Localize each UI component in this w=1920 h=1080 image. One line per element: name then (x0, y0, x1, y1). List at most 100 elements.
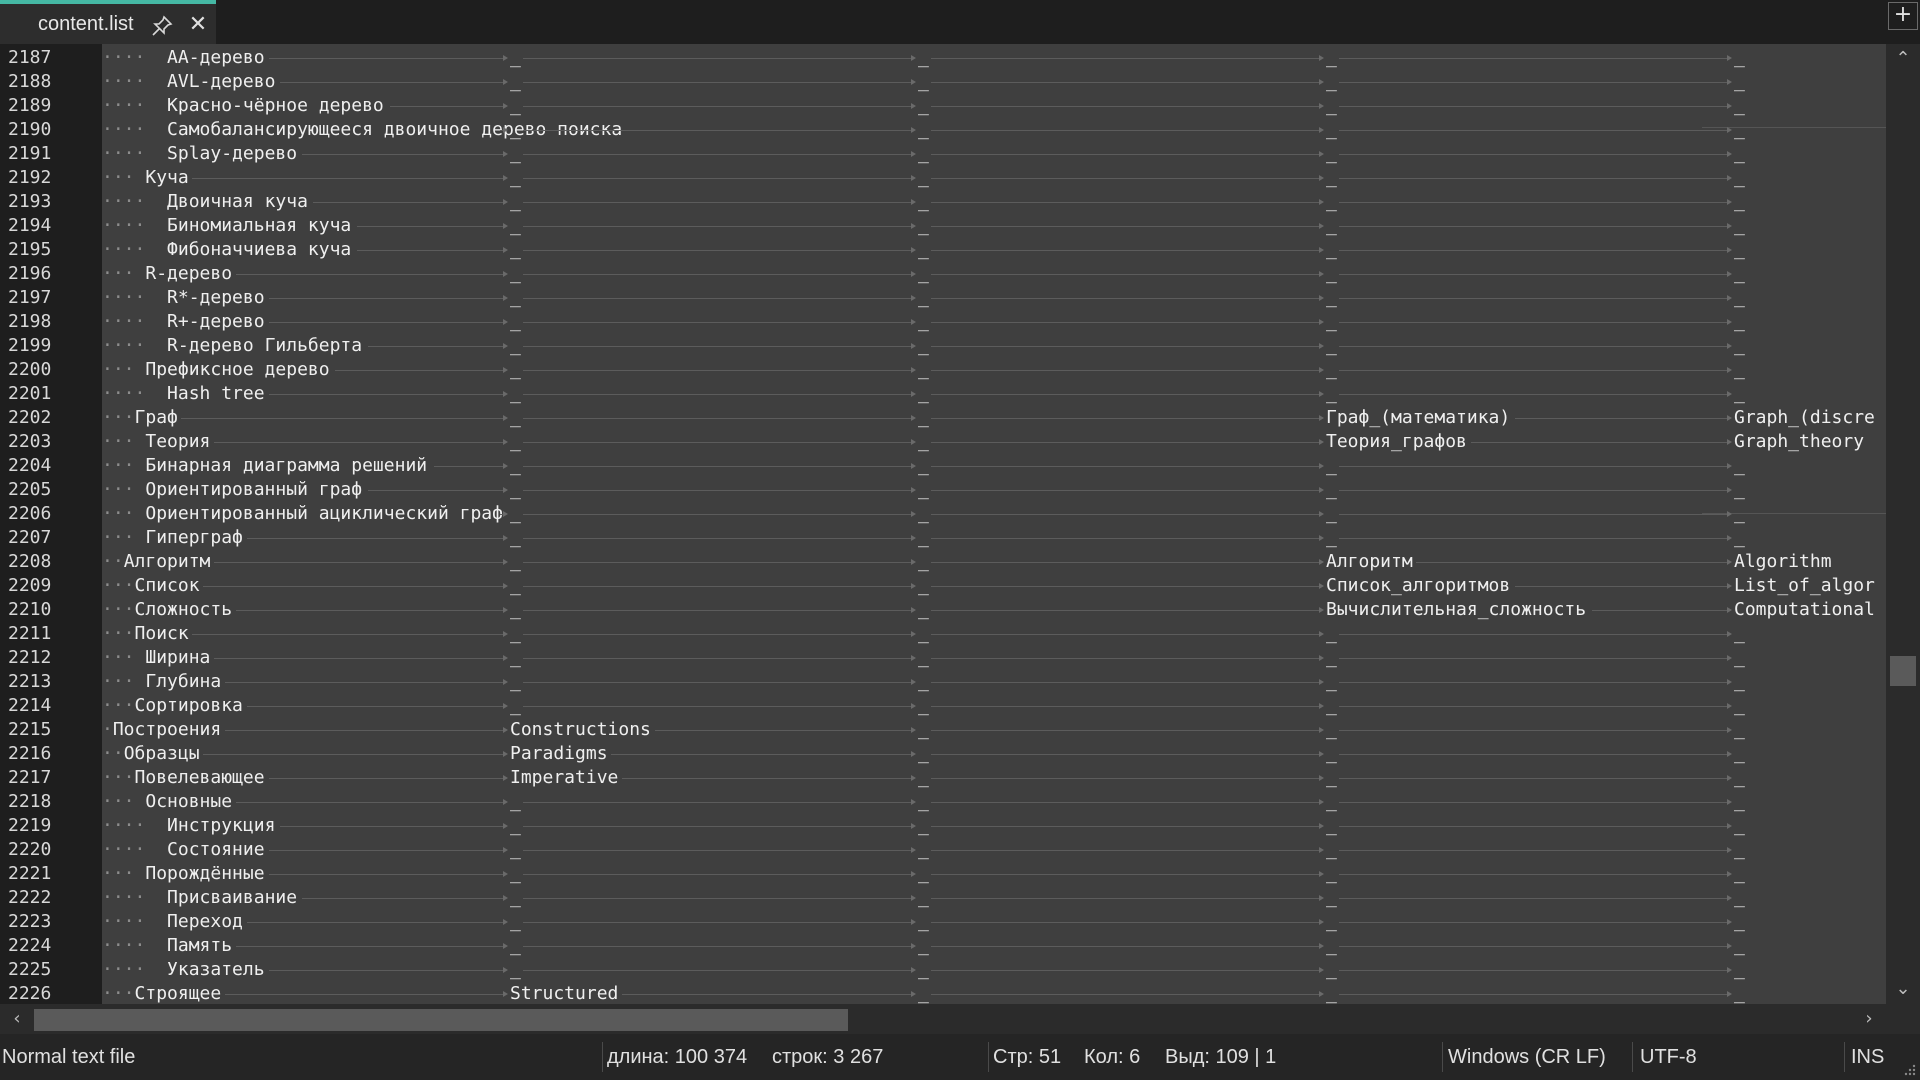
line-number: 2221 (8, 863, 52, 884)
column-5-value: List_of_algor (1734, 575, 1875, 596)
text-line[interactable]: ··· Ориентированный граф _ _ _ _ (102, 478, 1886, 502)
text-line[interactable]: ···· R-дерево Гильберта _ _ _ _ (102, 334, 1886, 358)
tab-marker (1339, 943, 1732, 949)
scroll-down-icon[interactable]: ⌄ (1886, 974, 1920, 1004)
line-number: 2210 (8, 599, 52, 620)
tab-marker (931, 103, 1324, 109)
scroll-left-icon[interactable]: ‹ (2, 1004, 32, 1034)
text-line[interactable]: ···· Переход _ _ _ _ (102, 910, 1886, 934)
text-line[interactable]: ·Построения Constructions _ _ _ (102, 718, 1886, 742)
indent-whitespace-marker: ···· (102, 119, 146, 140)
text-line[interactable]: ···Граф _ _ Граф_(математика) Graph_(discre (102, 406, 1886, 430)
text-line[interactable]: ··· R-дерево _ _ _ _ (102, 262, 1886, 286)
tree-item-label: Переход (145, 911, 243, 932)
tab-marker (931, 991, 1324, 997)
column-4-value: _ (1326, 47, 1337, 68)
cursor-row[interactable]: Стр: 51 (993, 1034, 1061, 1080)
indent-whitespace-marker: ··· (102, 647, 135, 668)
scroll-right-icon[interactable]: › (1854, 1004, 1884, 1034)
tab-marker (247, 535, 508, 541)
text-line[interactable]: ···· Фибоначчиева куча _ _ _ _ (102, 238, 1886, 262)
tab-marker (357, 223, 508, 229)
tab-marker (203, 583, 508, 589)
tab-marker (523, 871, 916, 877)
text-line[interactable]: ···· Красно-чёрное дерево _ _ _ _ (102, 94, 1886, 118)
text-line[interactable]: ··· Основные _ _ _ _ (102, 790, 1886, 814)
text-line[interactable]: ··· Ширина _ _ _ _ (102, 646, 1886, 670)
tab-marker (1592, 607, 1732, 613)
tab-content-list[interactable]: content.list ✕ (0, 0, 216, 44)
editor[interactable]: 2187 2188 2189 2190 2191 2192 2193 2194 2195 2196… (0, 44, 1920, 1004)
text-line[interactable]: ···Повелевающее Imperative _ _ _ (102, 766, 1886, 790)
text-line[interactable]: ···Список _ _ Список_алгоритмов List_of_algo… (102, 574, 1886, 598)
tree-item-label: Гиперграф (134, 527, 243, 548)
tab-marker (523, 319, 916, 325)
selection-info[interactable]: Выд: 109 | 1 (1165, 1034, 1276, 1080)
column-5-value: Graph_(discre (1734, 407, 1875, 428)
line-number: 2196 (8, 263, 52, 284)
tab-marker (1339, 823, 1732, 829)
text-line[interactable]: ··· Порождённые _ _ _ _ (102, 862, 1886, 886)
column-3-value: _ (918, 791, 929, 812)
column-3-value: _ (918, 119, 929, 140)
vertical-scroll-thumb[interactable] (1890, 656, 1916, 686)
text-line[interactable]: ··· Куча _ _ _ _ (102, 166, 1886, 190)
text-line[interactable]: ···· Состояние _ _ _ _ (102, 838, 1886, 862)
text-line[interactable]: ··· Гиперграф _ _ _ _ (102, 526, 1886, 550)
text-line[interactable]: ···· Указатель _ _ _ _ (102, 958, 1886, 982)
horizontal-scrollbar[interactable]: ‹ › (0, 1004, 1886, 1034)
tree-item-text: ···Список (102, 574, 200, 598)
text-line[interactable]: ···· Двоичная куча _ _ _ _ (102, 190, 1886, 214)
text-line[interactable]: ··Образцы Paradigms _ _ _ (102, 742, 1886, 766)
tab-marker (523, 415, 916, 421)
text-line[interactable]: ···· Биномиальная куча _ _ _ _ (102, 214, 1886, 238)
text-line[interactable]: ···· Присваивание _ _ _ _ (102, 886, 1886, 910)
line-ending[interactable]: Windows (CR LF) (1448, 1034, 1606, 1080)
horizontal-scroll-thumb[interactable] (34, 1009, 848, 1031)
vertical-scrollbar[interactable]: ⌃ ⌄ (1886, 44, 1920, 1004)
insert-mode[interactable]: INS (1851, 1034, 1884, 1080)
tree-item-label: Сортировка (134, 695, 243, 716)
tree-item-text: ···Строящее (102, 982, 221, 1004)
tab-marker (390, 103, 508, 109)
tab-marker (931, 655, 1324, 661)
text-area[interactable]: ···· AA-дерево _ _ _ _ ···· AVL-дерево _ _ _ _ ···… (102, 44, 1886, 1004)
text-line[interactable]: ··· Ориентированный ациклический граф _ _ _… (102, 502, 1886, 526)
cursor-column[interactable]: Кол: 6 (1084, 1034, 1140, 1080)
column-4-value: _ (1326, 143, 1337, 164)
tree-item-text: ···· Двоичная куча (102, 190, 308, 214)
text-line[interactable]: ···· Hash tree _ _ _ _ (102, 382, 1886, 406)
tab-marker (1339, 631, 1732, 637)
close-icon[interactable]: ✕ (186, 12, 210, 38)
tab-marker (1416, 559, 1732, 565)
text-line[interactable]: ··· Бинарная диаграмма решений _ _ _ _ (102, 454, 1886, 478)
text-line[interactable]: ···· Инструкция _ _ _ _ (102, 814, 1886, 838)
resize-grip-icon[interactable] (1902, 1062, 1916, 1076)
encoding[interactable]: UTF-8 (1640, 1034, 1697, 1080)
text-line[interactable]: ···· Память _ _ _ _ (102, 934, 1886, 958)
scrollbar-corner (1886, 1004, 1920, 1034)
indent-whitespace-marker: ··· (102, 431, 135, 452)
line-number: 2201 (8, 383, 52, 404)
text-line[interactable]: ···· Splay-дерево _ _ _ _ (102, 142, 1886, 166)
text-line[interactable]: ··· Глубина _ _ _ _ (102, 670, 1886, 694)
tab-marker (523, 295, 916, 301)
text-line[interactable]: ···· AVL-дерево _ _ _ _ (102, 70, 1886, 94)
new-tab-button[interactable]: + (1888, 2, 1918, 30)
text-line[interactable]: ···Строящее Structured _ _ _ (102, 982, 1886, 1004)
scroll-up-icon[interactable]: ⌃ (1886, 44, 1920, 74)
tree-item-label: Построения (112, 719, 222, 740)
text-line[interactable]: ··Алгоритм _ _ Алгоритм Algorithm (102, 550, 1886, 574)
text-line[interactable]: ··· Префиксное дерево _ _ _ _ (102, 358, 1886, 382)
text-line[interactable]: ···· Самобалансирующееся двоичное дерево… (102, 118, 1886, 142)
text-line[interactable]: ···Сложность _ _ Вычислительная_сложность Co… (102, 598, 1886, 622)
text-line[interactable]: ··· Теория _ _ Теория_графов Graph_theory (102, 430, 1886, 454)
pin-icon[interactable] (150, 14, 174, 38)
text-line[interactable]: ···· AA-дерево _ _ _ _ (102, 46, 1886, 70)
file-type[interactable]: Normal text file (2, 1034, 135, 1080)
text-line[interactable]: ···Сортировка _ _ _ _ (102, 694, 1886, 718)
text-line[interactable]: ···· R*-дерево _ _ _ _ (102, 286, 1886, 310)
text-line[interactable]: ···· R+-дерево _ _ _ _ (102, 310, 1886, 334)
text-line[interactable]: ···Поиск _ _ _ _ (102, 622, 1886, 646)
tab-marker (931, 967, 1324, 973)
